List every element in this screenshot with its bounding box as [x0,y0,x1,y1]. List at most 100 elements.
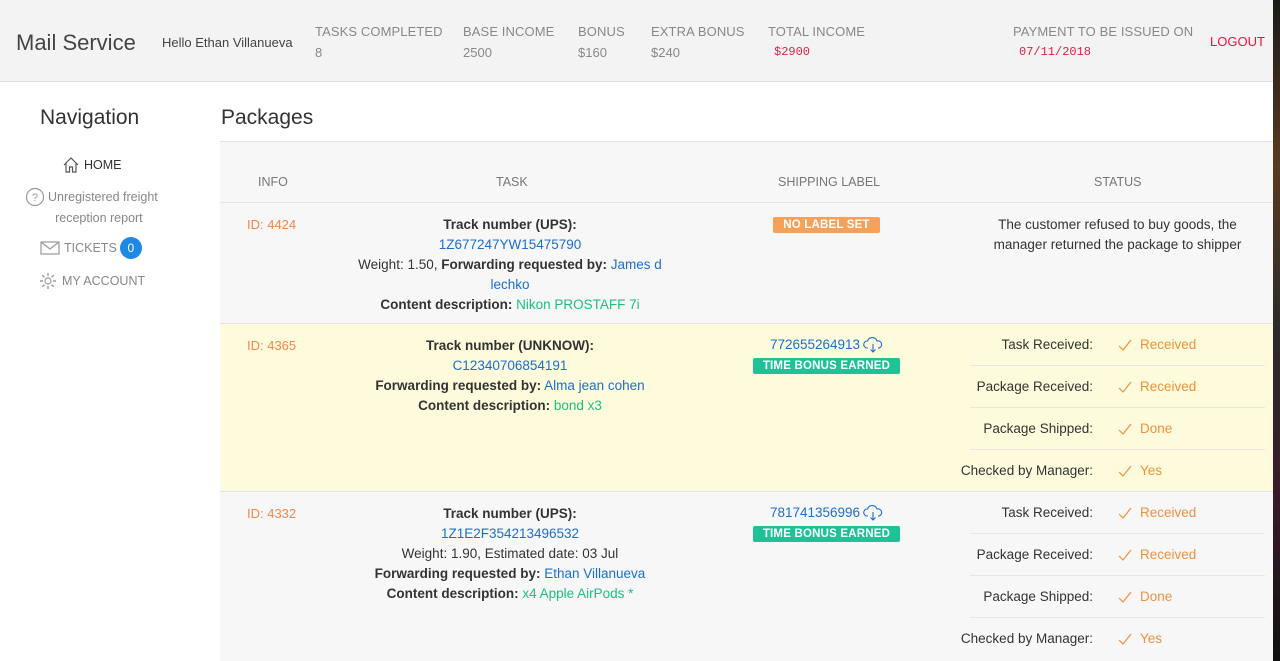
check-icon [1118,339,1132,351]
status-key: Package Shipped: [983,421,1093,436]
status-row-package-received: Package Received: Received [970,366,1265,408]
check-icon [1118,465,1132,477]
track-number-link[interactable]: 1Z677247YW15475790 [439,237,582,252]
status-key: Package Received: [976,379,1093,394]
package-id: ID: 4424 [247,217,297,232]
check-icon [1118,423,1132,435]
package-id: ID: 4365 [247,338,297,353]
home-icon [63,157,79,173]
shipping-label-cell: 781741356996 TIME BONUS EARNED [740,504,913,542]
stat-value: $160 [578,45,607,60]
content-description: Nikon PROSTAFF 7i [516,297,640,312]
track-label: Track number (UPS): [443,506,577,521]
status-key: Checked by Manager: [960,631,1093,646]
status-cell: The customer refused to buy goods, the m… [975,215,1260,255]
status-row-package-shipped: Package Shipped: Done [970,408,1265,450]
stat-label: PAYMENT TO BE ISSUED ON [1013,24,1194,39]
stat-label: EXTRA BONUS [651,24,745,39]
task-cell: Track number (UNKNOW): C12340706854191 F… [330,336,690,416]
status-row-checked-by-manager: Checked by Manager: Yes [961,450,1265,492]
sidebar-item-label: HOME [84,158,122,172]
status-value: Received [1140,337,1197,352]
status-key: Task Received: [1001,337,1093,352]
stat-label: BONUS [578,24,625,39]
content-description: x4 Apple AirPods * [522,586,634,601]
gear-icon [40,273,56,289]
status-row-package-received: Package Received: Received [970,534,1265,576]
status-value: Received [1140,379,1197,394]
status-row-checked-by-manager: Checked by Manager: Yes [961,618,1265,660]
status-value: Done [1140,421,1173,436]
stat-value: 8 [315,45,323,60]
task-cell: Track number (UPS): 1Z677247YW15475790 W… [330,215,690,315]
check-icon [1118,507,1132,519]
sidebar-item-label: MY ACCOUNT [62,274,146,288]
shipping-label-link[interactable]: 781741356996 [770,504,883,521]
content-label: Content description: [418,398,551,413]
stat-payment-date: PAYMENT TO BE ISSUED ON 07/11/2018 [1013,24,1193,59]
status-key: Task Received: [1001,505,1093,520]
sidebar-item-home[interactable]: HOME [62,156,122,174]
sidebar-item-label: TICKETS [64,241,117,255]
forward-label: Forwarding requested by: [441,257,608,272]
shipping-label-cell: 772655264913 TIME BONUS EARNED [740,336,913,374]
table-row: ID: 4424 Track number (UPS): 1Z677247YW1… [220,202,1278,323]
stat-base-income: BASE INCOME 2500 [463,24,554,60]
status-row-task-received: Task Received: Received [970,492,1265,534]
column-header-info: INFO [258,175,288,189]
forward-by-link[interactable]: James d [611,257,662,272]
cloud-download-icon [863,336,883,353]
track-number-link[interactable]: C12340706854191 [453,358,568,373]
status-value: Received [1140,547,1197,562]
check-icon [1118,381,1132,393]
stat-value: 2500 [463,45,492,60]
table-row: ID: 4365 Track number (UNKNOW): C1234070… [220,323,1278,491]
status-cell: Task Received: Received Package Received:… [961,324,1265,492]
status-row-package-shipped: Package Shipped: Done [970,576,1265,618]
stat-label: TASKS COMPLETED [315,24,443,39]
no-label-badge: NO LABEL SET [773,217,880,233]
status-message-line1: The customer refused to buy goods, the [998,217,1237,232]
stat-bonus: BONUS $160 [578,24,625,60]
shipping-label-link[interactable]: 772655264913 [770,336,883,353]
question-circle-icon: ? [25,187,45,207]
tickets-count-badge: 0 [119,237,142,259]
sidebar-item-label-line2: reception report [55,211,143,225]
status-key: Package Received: [976,547,1093,562]
cloud-download-icon [863,504,883,521]
status-value: Done [1140,589,1173,604]
sidebar-item-my-account[interactable]: MY ACCOUNT [38,271,145,291]
package-id: ID: 4332 [247,506,297,521]
forward-label: Forwarding requested by: [374,566,541,581]
column-header-task: TASK [496,175,528,189]
forward-by-link[interactable]: Alma jean cohen [544,378,645,393]
sidebar-item-freight-report[interactable]: ? Unregistered freight reception report [25,187,158,229]
page-title: Packages [221,106,314,129]
content-description: bond x3 [553,398,602,413]
sidebar-title: Navigation [40,106,140,129]
stat-tasks-completed: TASKS COMPLETED 8 [315,24,443,60]
content-label: Content description: [386,586,519,601]
svg-text:?: ? [32,192,38,204]
check-icon [1118,549,1132,561]
forward-label: Forwarding requested by: [375,378,542,393]
column-header-status: STATUS [1094,175,1142,189]
status-value: Yes [1140,631,1163,646]
forward-by-link-cont[interactable]: lechko [490,277,529,292]
window-edge [1273,0,1280,661]
sidebar-item-tickets[interactable]: TICKETS 0 [40,237,142,259]
track-label: Track number (UNKNOW): [425,338,594,353]
sidebar: Navigation HOME ? Unregistered freight r… [0,82,220,661]
brand-title: Mail Service [16,30,136,55]
shipping-label-cell: NO LABEL SET [740,215,913,233]
forward-by-link[interactable]: Ethan Villanueva [544,566,645,581]
time-bonus-badge: TIME BONUS EARNED [752,525,901,542]
top-header: Mail Service Hello Ethan Villanueva TASK… [0,0,1280,82]
track-label: Track number (UPS): [443,217,577,232]
logout-link[interactable]: LOGOUT [1210,34,1265,49]
sidebar-item-label-line1: Unregistered freight [48,190,158,204]
check-icon [1118,591,1132,603]
track-number-link[interactable]: 1Z1E2F354213496532 [441,526,579,541]
weight-text: Weight: 1.50, [358,257,438,272]
stat-extra-bonus: EXTRA BONUS $240 [651,24,745,60]
